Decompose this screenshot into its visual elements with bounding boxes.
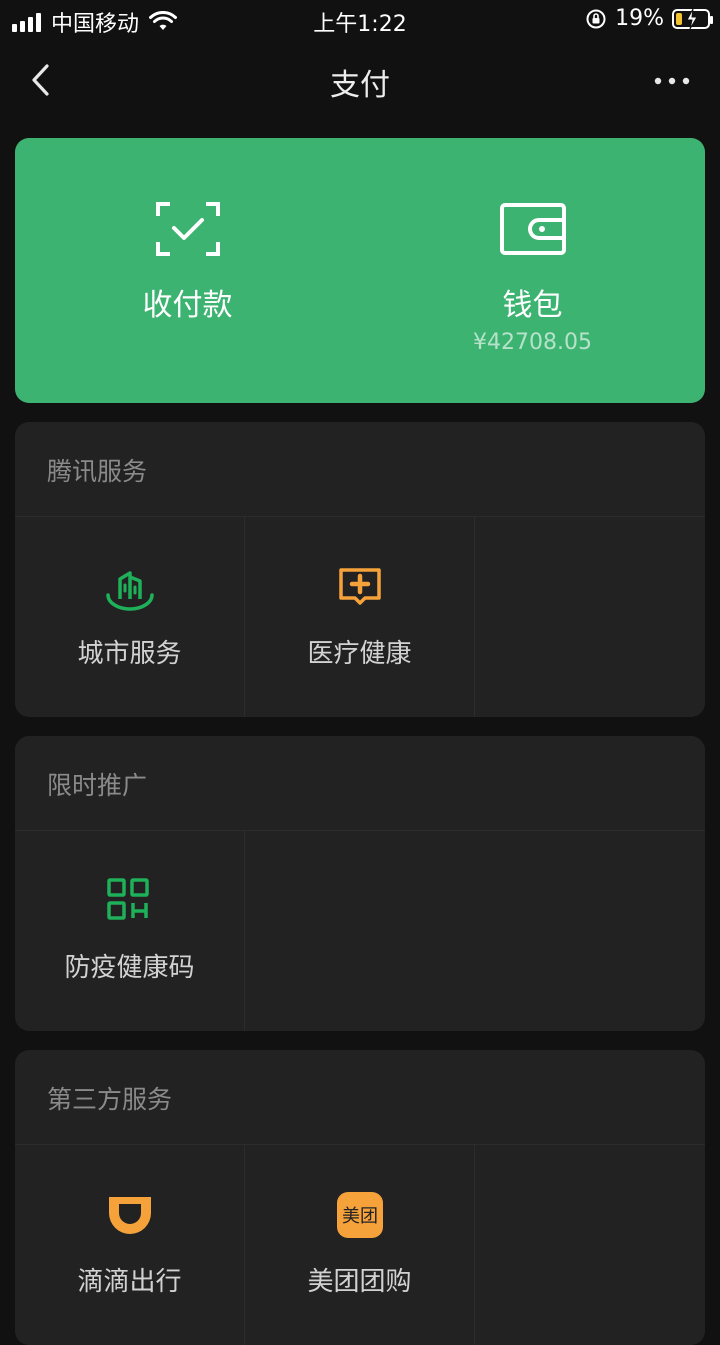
didi-icon [108,1197,151,1234]
service-meituan[interactable]: 美团 美团团购 [245,1145,475,1345]
section-title: 限时推广 [47,771,148,800]
wallet-balance: ¥42708.05 [473,330,592,355]
more-dots-icon[interactable] [652,66,692,96]
section-title: 腾讯服务 [47,457,148,486]
service-didi[interactable]: 滴滴出行 [15,1145,245,1345]
wallet-button[interactable]: 钱包 ¥42708.05 [360,138,705,403]
wallet-icon [499,203,566,255]
orientation-lock-icon [586,9,606,28]
city-buildings-icon [105,571,154,611]
receive-pay-button[interactable]: 收付款 [15,138,360,403]
service-health-code[interactable]: 防疫健康码 [15,831,245,1031]
status-bar: 中国移动 上午1:22 19% [0,0,720,40]
meituan-badge-text: 美团 [342,1206,378,1227]
empty-cell [245,831,705,1031]
medical-plus-chat-icon [338,568,381,605]
receive-pay-label: 收付款 [142,288,233,323]
battery-charging-icon [672,8,713,29]
nav-bar: 支付 [0,40,720,126]
service-label: 城市服务 [77,639,182,669]
scan-check-icon [155,202,220,256]
service-grid: 防疫健康码 [15,831,705,1031]
section-tencent-services: 腾讯服务 城市服务 医疗健康 [15,422,705,717]
service-grid: 滴滴出行 美团 美团团购 [15,1145,705,1345]
health-code-icon [106,878,149,920]
pay-card: 收付款 钱包 ¥42708.05 [15,138,705,403]
battery-percent: 19% [615,6,664,31]
status-right: 19% [585,6,713,31]
empty-cell [475,517,705,717]
section-promotion: 限时推广 防疫健康码 [15,736,705,1031]
page-title: 支付 [330,68,390,103]
service-medical[interactable]: 医疗健康 [245,517,475,717]
wallet-label: 钱包 [502,288,563,323]
empty-cell [475,1145,705,1345]
service-city[interactable]: 城市服务 [15,517,245,717]
section-third-party: 第三方服务 滴滴出行 美团 美团团购 [15,1050,705,1345]
meituan-icon: 美团 [336,1192,383,1238]
service-label: 防疫健康码 [64,953,195,983]
service-label: 医疗健康 [307,639,412,669]
section-title: 第三方服务 [47,1085,173,1114]
service-grid: 城市服务 医疗健康 [15,517,705,717]
